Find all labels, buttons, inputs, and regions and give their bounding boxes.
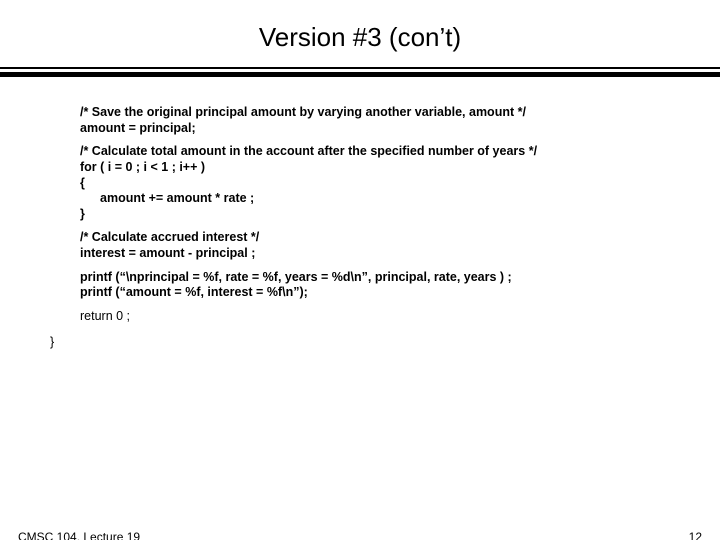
footer-left: CMSC 104, Lecture 19	[18, 530, 140, 540]
slide-footer: CMSC 104, Lecture 19 12	[18, 530, 702, 540]
code-line: interest = amount - principal ;	[80, 246, 720, 262]
code-closing-brace: }	[0, 335, 720, 349]
code-line: /* Save the original principal amount by…	[80, 105, 720, 121]
code-content: /* Save the original principal amount by…	[0, 77, 720, 325]
horizontal-rule	[0, 67, 720, 77]
code-line: return 0 ;	[80, 309, 720, 325]
code-line: }	[80, 207, 720, 223]
code-line: printf (“amount = %f, interest = %f\n”);	[80, 285, 720, 301]
code-line: /* Calculate accrued interest */	[80, 230, 720, 246]
slide-title: Version #3 (con’t)	[0, 22, 720, 53]
code-line: printf (“\nprincipal = %f, rate = %f, ye…	[80, 270, 720, 286]
code-line: amount = principal;	[80, 121, 720, 137]
code-line: amount += amount * rate ;	[80, 191, 720, 207]
code-line: for ( i = 0 ; i < 1 ; i++ )	[80, 160, 720, 176]
code-line: /* Calculate total amount in the account…	[80, 144, 720, 160]
slide-number: 12	[689, 530, 702, 540]
code-line: {	[80, 176, 720, 192]
